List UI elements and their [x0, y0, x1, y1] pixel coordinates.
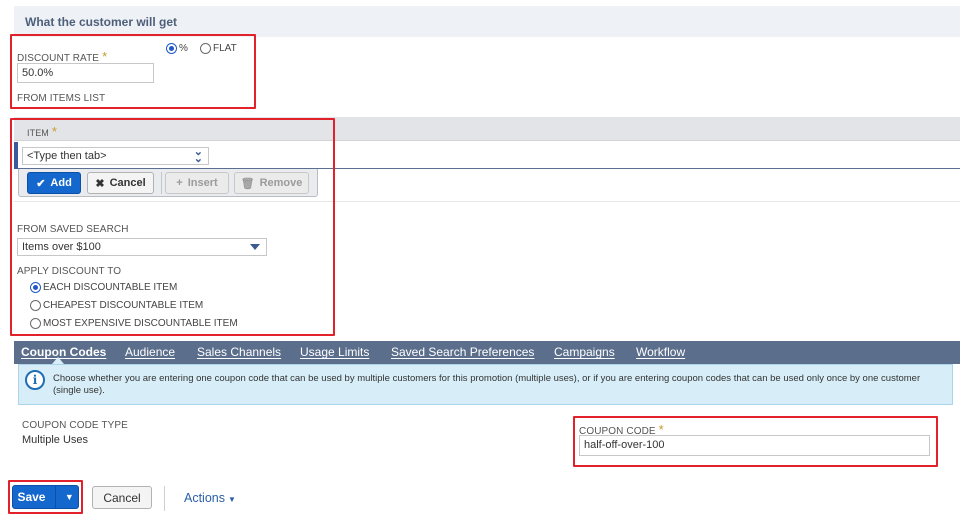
- tab-audience[interactable]: Audience: [125, 345, 175, 359]
- info-icon: i: [25, 370, 45, 390]
- info-message-text: Choose whether you are entering one coup…: [53, 373, 921, 396]
- actions-menu-label: Actions: [184, 491, 225, 505]
- radio-flat-label: FLAT: [213, 42, 237, 54]
- tab-workflow[interactable]: Workflow: [636, 345, 685, 359]
- radio-flat[interactable]: [200, 42, 211, 54]
- coupon-code-type-label: COUPON CODE TYPE: [22, 420, 128, 431]
- discount-type-percent[interactable]: %: [166, 42, 188, 54]
- save-button[interactable]: Save ▼: [12, 485, 79, 509]
- caret-down-icon: ▼: [228, 495, 236, 504]
- tab-sales-channels[interactable]: Sales Channels: [197, 345, 281, 359]
- discount-type-flat[interactable]: FLAT: [200, 42, 237, 54]
- tab-saved-search-preferences[interactable]: Saved Search Preferences: [391, 345, 534, 359]
- discount-rate-input[interactable]: 50.0%: [17, 63, 154, 83]
- active-tab-pointer: [52, 357, 64, 364]
- tab-usage-limits[interactable]: Usage Limits: [300, 345, 369, 359]
- radio-percent-label: %: [179, 42, 188, 54]
- save-button-label: Save: [17, 490, 46, 504]
- cancel-button[interactable]: Cancel: [92, 486, 152, 509]
- from-items-list-label: FROM ITEMS LIST: [17, 93, 106, 104]
- caret-down-icon[interactable]: ▼: [61, 492, 78, 502]
- save-split-divider: [54, 485, 56, 509]
- tab-campaigns[interactable]: Campaigns: [554, 345, 615, 359]
- actions-menu[interactable]: Actions ▼: [184, 491, 236, 505]
- required-mark: *: [102, 49, 108, 64]
- radio-percent[interactable]: [166, 42, 177, 54]
- footer-divider: [164, 486, 165, 511]
- discount-rate-label: DISCOUNT RATE *: [17, 49, 107, 64]
- items-highlight-box: [10, 118, 335, 336]
- coupon-code-input[interactable]: half-off-over-100: [579, 435, 930, 456]
- section-title: What the customer will get: [25, 15, 178, 29]
- coupon-code-type-value: Multiple Uses: [22, 434, 89, 446]
